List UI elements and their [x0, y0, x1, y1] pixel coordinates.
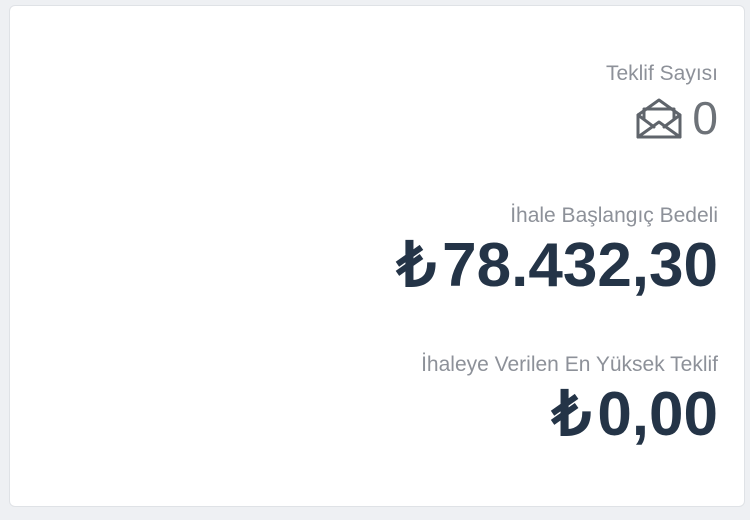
highest-offer-label: İhaleye Verilen En Yüksek Teklif	[421, 353, 718, 376]
starting-price-value: 78.432,30	[442, 231, 718, 300]
offer-count-row: 0	[606, 93, 718, 143]
starting-price-label: İhale Başlangıç Bedeli	[510, 204, 718, 227]
lira-currency-symbol: ₺	[396, 231, 437, 300]
lira-currency-symbol: ₺	[551, 380, 592, 449]
envelope-open-icon	[634, 95, 684, 141]
starting-price-section: İhale Başlangıç Bedeli ₺78.432,30	[397, 203, 718, 299]
offer-count-section: Teklif Sayısı 0	[606, 61, 718, 143]
offer-count-value: 0	[692, 92, 718, 144]
highest-offer-value: 0,00	[597, 380, 718, 449]
offer-count-label: Teklif Sayısı	[605, 62, 718, 85]
auction-summary-card: Teklif Sayısı 0 İhale Başlangıç Bedeli ₺…	[9, 5, 745, 507]
highest-offer-section: İhaleye Verilen En Yüksek Teklif ₺0,00	[421, 352, 718, 448]
highest-offer-amount: ₺0,00	[421, 382, 718, 448]
starting-price-amount: ₺78.432,30	[397, 233, 718, 299]
